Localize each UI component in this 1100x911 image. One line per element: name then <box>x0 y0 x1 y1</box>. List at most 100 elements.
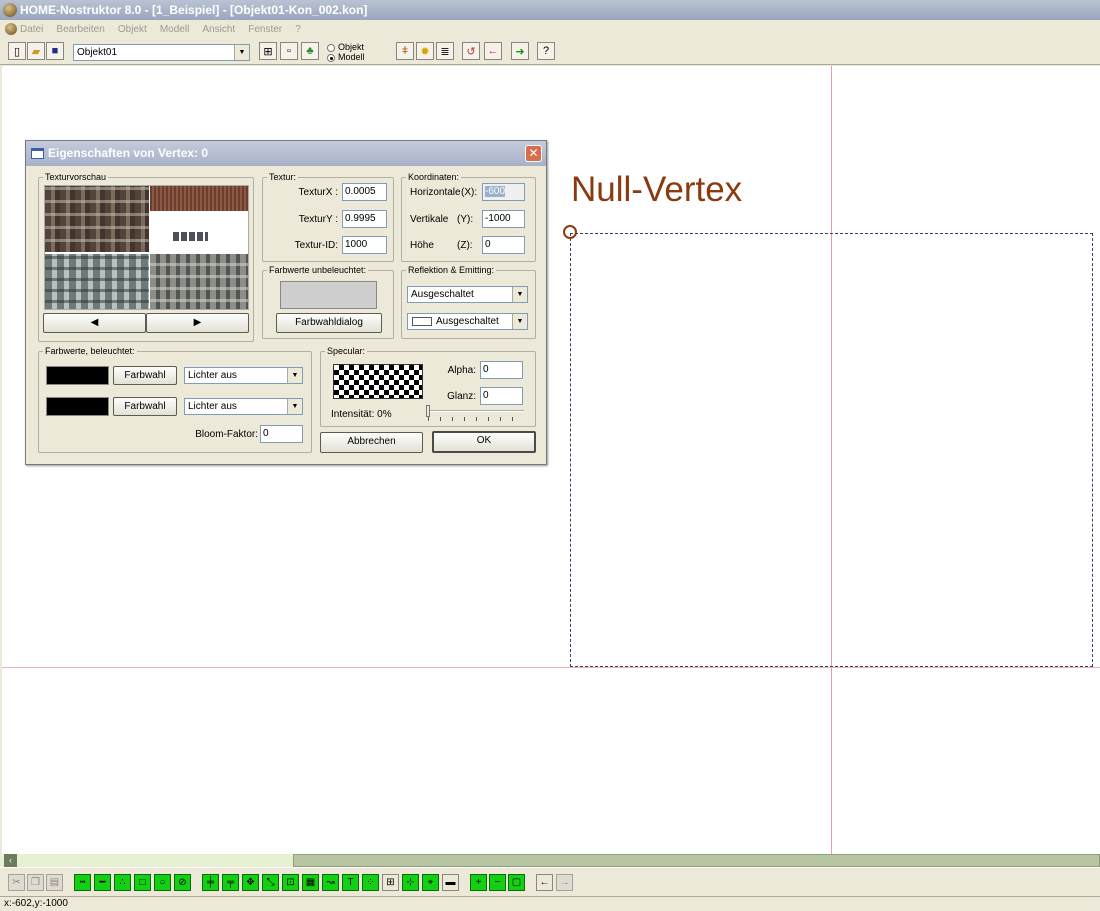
menu-help[interactable]: ? <box>295 24 301 35</box>
list-icon[interactable]: ≣ <box>436 42 454 60</box>
lichter-select-1[interactable]: Lichter aus ▼ <box>184 367 303 384</box>
farbwahldialog-button[interactable]: Farbwahldialog <box>276 313 382 333</box>
radio-objekt-label: Objekt <box>338 42 365 52</box>
texture-preview-image <box>44 185 249 310</box>
hoehe-field[interactable]: 0 <box>482 236 525 254</box>
horizontal-scrollbar[interactable]: ‹ <box>0 854 1100 867</box>
ellipse-icon[interactable]: ⊘ <box>174 874 191 891</box>
scatter-icon[interactable]: ⁘ <box>362 874 379 891</box>
new-file-icon[interactable]: ▯ <box>8 42 26 60</box>
menu-objekt[interactable]: Objekt <box>118 24 147 35</box>
chevron-down-icon[interactable]: ▼ <box>234 45 249 60</box>
zoom-in-icon[interactable]: + <box>470 874 487 891</box>
reflektion-legend: Reflektion & Emitting: <box>408 265 495 275</box>
chevron-down-icon[interactable]: ▼ <box>287 368 302 383</box>
text-tool-icon[interactable]: T <box>342 874 359 891</box>
ok-button[interactable]: OK <box>432 431 536 453</box>
close-icon[interactable]: ✕ <box>525 145 542 162</box>
menu-fenster[interactable]: Fenster <box>248 24 282 35</box>
join-icon[interactable]: ╤ <box>222 874 239 891</box>
status-bar: x:-602,y:-1000 <box>0 896 1100 910</box>
circle-icon[interactable]: ○ <box>154 874 171 891</box>
cancel-button[interactable]: Abbrechen <box>320 432 423 453</box>
arrow-left-icon[interactable]: ← <box>484 42 502 60</box>
scrollbar-thumb[interactable] <box>293 854 1100 867</box>
add-object-icon[interactable]: ⊞ <box>259 42 277 60</box>
radio-modell-indicator[interactable] <box>327 53 335 62</box>
pattern-icon[interactable]: ⊞ <box>382 874 399 891</box>
radio-modell-label: Modell <box>338 52 365 62</box>
chevron-down-icon[interactable]: ▼ <box>512 314 527 329</box>
radio-objekt-indicator[interactable] <box>327 43 335 52</box>
alpha-field[interactable]: 0 <box>480 361 523 379</box>
tree-icon[interactable]: ♣ <box>301 42 319 60</box>
intensitaet-slider-track[interactable] <box>428 410 524 412</box>
copy-icon[interactable]: ❐ <box>27 874 44 891</box>
intensitaet-slider-thumb[interactable] <box>426 405 430 417</box>
zoom-fit-icon[interactable]: ▢ <box>508 874 525 891</box>
texturid-field[interactable]: 1000 <box>342 236 387 254</box>
alpha-label: Alpha: <box>447 365 476 376</box>
document-menu-icon[interactable] <box>5 23 17 35</box>
app-icon <box>3 3 17 17</box>
specular-legend: Specular: <box>327 346 366 356</box>
save-disk-icon[interactable]: ■ <box>46 42 64 60</box>
texturey-field[interactable]: 0.9995 <box>342 210 387 228</box>
lichter-select-2[interactable]: Lichter aus ▼ <box>184 398 303 415</box>
radio-objekt[interactable]: Objekt <box>327 42 364 52</box>
curve-icon[interactable]: ↝ <box>322 874 339 891</box>
menu-modell[interactable]: Modell <box>160 24 189 35</box>
menu-ansicht[interactable]: Ansicht <box>202 24 235 35</box>
arrow-right-icon[interactable]: ➜ <box>511 42 529 60</box>
copy-object-icon[interactable]: ▫ <box>280 42 298 60</box>
scroll-left-icon[interactable]: ‹ <box>4 854 17 867</box>
bloom-faktor-field[interactable]: 0 <box>260 425 303 443</box>
glanz-field[interactable]: 0 <box>480 387 523 405</box>
dialog-title-bar[interactable]: Eigenschaften von Vertex: 0 <box>26 141 546 166</box>
grid-select-icon[interactable]: ⊡ <box>282 874 299 891</box>
texturx-field[interactable]: 0.0005 <box>342 183 387 201</box>
texturid-label: Textur-ID: <box>294 240 338 251</box>
texturey-label: TexturY : <box>298 214 338 225</box>
lichter-select-2-value: Lichter aus <box>188 401 237 412</box>
texture-next-button[interactable]: ▶ <box>146 313 249 333</box>
farbwahl-button-2[interactable]: Farbwahl <box>113 397 177 416</box>
chevron-down-icon[interactable]: ▼ <box>287 399 302 414</box>
reflektion-select[interactable]: Ausgeschaltet ▼ <box>407 286 528 303</box>
mesh-icon[interactable]: ▦ <box>302 874 319 891</box>
texture-prev-button[interactable]: ◀ <box>43 313 146 333</box>
light-icon[interactable]: ✹ <box>416 42 434 60</box>
rotate-icon[interactable]: ↺ <box>462 42 480 60</box>
move-icon[interactable]: ✥ <box>242 874 259 891</box>
menu-bearbeiten[interactable]: Bearbeiten <box>56 24 104 35</box>
undo-arrow-icon[interactable]: ← <box>536 874 553 891</box>
line-icon[interactable]: ━ <box>94 874 111 891</box>
object-select[interactable]: Objekt01 ▼ <box>73 44 250 61</box>
emitting-select[interactable]: Ausgeschaltet ▼ <box>407 313 528 330</box>
transform-icon[interactable]: ⊹ <box>402 874 419 891</box>
redo-arrow-icon[interactable]: → <box>556 874 573 891</box>
help-icon[interactable]: ? <box>537 42 555 60</box>
vertex-marker-icon[interactable] <box>563 225 577 239</box>
split-icon[interactable]: ╪ <box>202 874 219 891</box>
vertikale-field[interactable]: -1000 <box>482 210 525 228</box>
horizontale-field[interactable]: -600 <box>482 183 525 201</box>
rectangle-icon[interactable]: □ <box>134 874 151 891</box>
radio-modell[interactable]: Modell <box>327 52 365 62</box>
align-icon[interactable]: ⌖ <box>422 874 439 891</box>
paste-icon[interactable]: ▤ <box>46 874 63 891</box>
textur-vorschau-legend: Texturvorschau <box>45 172 107 182</box>
open-folder-icon[interactable]: ▰ <box>27 42 45 60</box>
points-icon[interactable]: ∴ <box>114 874 131 891</box>
textur-legend: Textur: <box>269 172 297 182</box>
cut-icon[interactable]: ✂ <box>8 874 25 891</box>
layers-icon[interactable]: ▬ <box>442 874 459 891</box>
menu-datei[interactable]: Datei <box>20 24 43 35</box>
edit-toolbar: ✂ ❐ ▤ ┅ ━ ∴ □ ○ ⊘ ╪ ╤ ✥ ⤡ ⊡ ▦ ↝ T ⁘ ⊞ ⊹ … <box>0 867 1100 896</box>
zoom-out-icon[interactable]: − <box>489 874 506 891</box>
farbwahl-button-1[interactable]: Farbwahl <box>113 366 177 385</box>
chevron-down-icon[interactable]: ▼ <box>512 287 527 302</box>
tools-icon[interactable]: ǂ <box>396 42 414 60</box>
diagonal-icon[interactable]: ⤡ <box>262 874 279 891</box>
dotted-line-icon[interactable]: ┅ <box>74 874 91 891</box>
